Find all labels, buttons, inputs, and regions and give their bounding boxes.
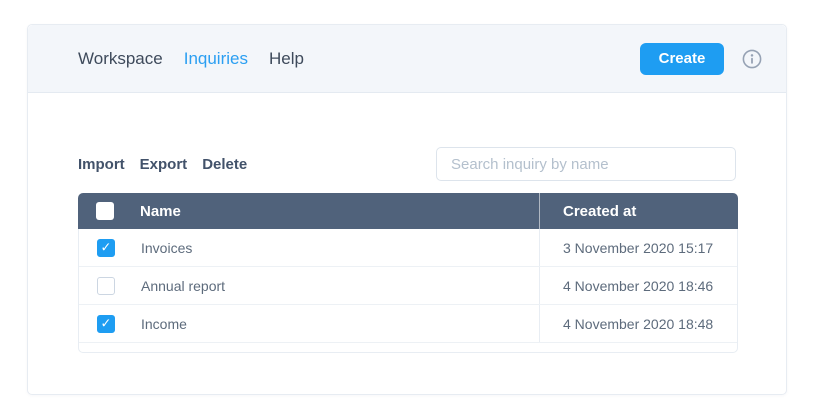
info-icon[interactable]: [741, 48, 763, 70]
row-name: Invoices: [141, 240, 539, 256]
select-all-checkbox[interactable]: [96, 202, 114, 220]
search-input[interactable]: [436, 147, 736, 181]
topbar-right-group: Create: [640, 43, 763, 75]
table-header-row: Name Created at: [78, 193, 738, 229]
column-header-created-at: Created at: [563, 203, 636, 220]
import-button[interactable]: Import: [78, 156, 125, 173]
table-row[interactable]: Annual report 4 November 2020 18:46: [79, 267, 737, 305]
row-name: Income: [141, 316, 539, 332]
table-row[interactable]: Income 4 November 2020 18:48: [79, 305, 737, 343]
row-created-at: 3 November 2020 15:17: [563, 240, 713, 256]
delete-button[interactable]: Delete: [202, 156, 247, 173]
row-checkbox[interactable]: [97, 315, 115, 333]
row-created-at: 4 November 2020 18:46: [563, 278, 713, 294]
row-created-at: 4 November 2020 18:48: [563, 316, 713, 332]
export-button[interactable]: Export: [140, 156, 188, 173]
row-checkbox[interactable]: [97, 277, 115, 295]
main-nav: Workspace Inquiries Help: [78, 49, 304, 69]
column-header-name: Name: [140, 203, 539, 220]
top-navigation-bar: Workspace Inquiries Help Create: [28, 25, 786, 93]
nav-item-workspace[interactable]: Workspace: [78, 49, 163, 69]
content-area: Import Export Delete Name Created at Inv…: [28, 93, 786, 353]
app-card: Workspace Inquiries Help Create Import E…: [27, 24, 787, 395]
toolbar: Import Export Delete: [78, 147, 736, 181]
nav-item-inquiries[interactable]: Inquiries: [184, 49, 248, 69]
table-body: Invoices 3 November 2020 15:17 Annual re…: [78, 229, 738, 353]
bulk-actions: Import Export Delete: [78, 156, 247, 173]
inquiries-table: Name Created at Invoices 3 November 2020…: [78, 193, 738, 353]
row-checkbox[interactable]: [97, 239, 115, 257]
table-row[interactable]: Invoices 3 November 2020 15:17: [79, 229, 737, 267]
nav-item-help[interactable]: Help: [269, 49, 304, 69]
row-name: Annual report: [141, 278, 539, 294]
create-button[interactable]: Create: [640, 43, 724, 75]
